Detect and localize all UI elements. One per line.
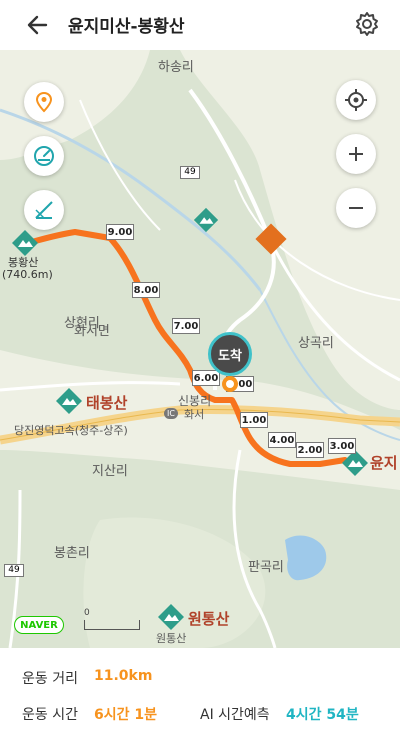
gear-icon[interactable] (353, 10, 381, 38)
km-marker: 7.00 (172, 318, 200, 334)
km-marker: 3.00 (328, 438, 356, 454)
time-label: 운동 시간 (22, 707, 78, 723)
mountain-label: 윤지 (370, 454, 398, 472)
zoom-out-button[interactable] (336, 188, 376, 228)
time-value: 6시간 1분 (94, 707, 157, 723)
km-marker: 6.00 (192, 370, 220, 386)
arrival-marker[interactable]: 도착 (208, 332, 252, 376)
mountain-icon[interactable] (54, 386, 84, 416)
place-label: 하송리 (158, 60, 194, 75)
place-label: 봉촌리 (54, 546, 90, 561)
slope-button[interactable] (24, 190, 64, 230)
top-bar: 윤지미산-봉황산 (0, 0, 400, 50)
slope-icon (35, 201, 53, 219)
mountain-elevation: (740.6m) (2, 268, 53, 281)
map-scale-label: 0 (84, 608, 90, 618)
map-view[interactable]: 49 49 하송리 상현리 화서면 상곡리 신봉리 화서 지산리 봉촌리 판곡리… (0, 50, 400, 648)
road-number-badge: 49 (180, 166, 200, 179)
mountain-icon[interactable] (156, 602, 186, 632)
ic-badge: IC (164, 408, 178, 419)
my-location-button[interactable] (336, 80, 376, 120)
km-marker: 4.00 (268, 432, 296, 448)
page-title: 윤지미산-봉황산 (68, 17, 185, 37)
back-arrow-icon[interactable] (24, 11, 52, 39)
ai-time-label: AI 시간예측 (200, 707, 270, 723)
distance-value: 11.0km (94, 668, 153, 684)
current-position-icon (222, 376, 238, 392)
place-label: 판곡리 (248, 560, 284, 575)
speedometer-icon (34, 146, 54, 166)
place-label: 지산리 (92, 464, 128, 479)
place-label: 상곡리 (298, 336, 334, 351)
road-number-badge: 49 (4, 564, 24, 577)
location-pin-button[interactable] (24, 82, 64, 122)
mountain-icon[interactable] (192, 206, 220, 234)
mountain-label: 원통산 (156, 632, 187, 645)
km-marker: 2.00 (296, 442, 324, 458)
mountain-label: 원통산 (188, 610, 230, 628)
km-marker: 8.00 (132, 282, 160, 298)
map-pin-icon (35, 91, 53, 113)
km-marker: 9.00 (106, 224, 134, 240)
plus-icon (349, 147, 363, 161)
place-label: 화서 (184, 408, 205, 421)
crosshair-icon (345, 89, 367, 111)
place-label: 화서면 (74, 324, 110, 339)
speedometer-button[interactable] (24, 136, 64, 176)
zoom-in-button[interactable] (336, 134, 376, 174)
ai-time-value: 4시간 54분 (286, 707, 359, 723)
mountain-label: 태봉산 (86, 394, 128, 412)
distance-label: 운동 거리 (22, 671, 78, 687)
highway-label: 당진영덕고속(청주-상주) (14, 424, 128, 437)
stats-panel: 운동 거리 11.0km 운동 시간 6시간 1분 AI 시간예측 4시간 54… (0, 648, 400, 733)
km-marker: 1.00 (240, 412, 268, 428)
naver-logo: NAVER (14, 616, 64, 634)
map-scale-bar (84, 620, 140, 630)
minus-icon (349, 207, 363, 209)
